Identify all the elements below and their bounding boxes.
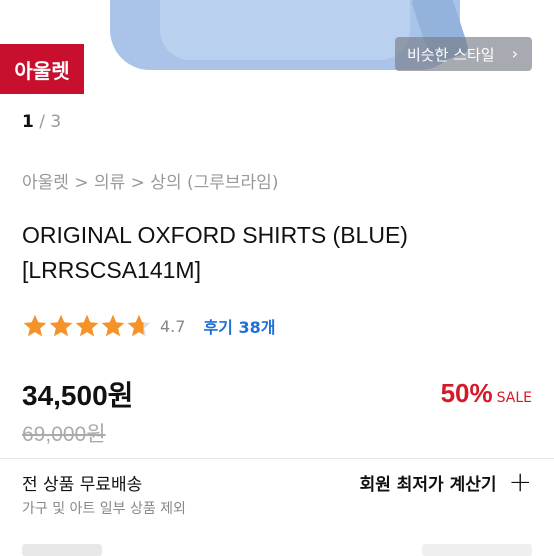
calculator-label: 회원 최저가 계산기 xyxy=(359,474,497,495)
product-title-line2: [LRRSCSA141M] xyxy=(22,257,201,283)
shipping-title: 전 상품 무료배송 xyxy=(22,475,143,495)
star-icon xyxy=(23,314,47,337)
divider xyxy=(0,458,554,459)
product-image-carousel[interactable]: 아울렛 비슷한 스타일 › xyxy=(0,0,554,100)
sale-price: 34,500원 xyxy=(22,380,134,411)
chevron-right-icon: › xyxy=(511,44,518,63)
original-price: 69,000원 xyxy=(22,423,106,446)
shipping-subtitle: 가구 및 아트 일부 상품 제외 xyxy=(22,501,186,517)
image-pager: 1 / 3 xyxy=(22,112,61,132)
similar-style-button[interactable]: 비슷한 스타일 › xyxy=(395,37,532,71)
product-title-line1: ORIGINAL OXFORD SHIRTS (BLUE) xyxy=(22,222,408,248)
outlet-badge: 아울렛 xyxy=(0,44,84,94)
next-section-peek-right xyxy=(422,544,532,556)
similar-style-label: 비슷한 스타일 xyxy=(407,45,495,64)
star-icon xyxy=(127,314,151,337)
star-icon xyxy=(101,314,125,337)
breadcrumb[interactable]: 아울렛 > 의류 > 상의 (그루브라임) xyxy=(22,168,278,193)
pager-total: 3 xyxy=(50,112,62,132)
next-section-peek xyxy=(22,544,102,556)
discount: 50% SALE xyxy=(441,378,532,409)
discount-percent: 50% xyxy=(440,378,493,408)
plus-icon: + xyxy=(508,465,532,498)
pager-separator: / xyxy=(33,112,51,132)
star-icon xyxy=(49,314,73,337)
rating-value: 4.7 xyxy=(160,316,186,336)
product-title: ORIGINAL OXFORD SHIRTS (BLUE) [LRRSCSA14… xyxy=(22,218,532,288)
reviews-link[interactable]: 후기 38개 xyxy=(203,314,275,338)
member-price-calculator-button[interactable]: 회원 최저가 계산기 + xyxy=(360,468,532,496)
pager-current: 1 xyxy=(22,112,34,132)
rating-row: 4.7 후기 38개 xyxy=(22,312,275,340)
sale-label: SALE xyxy=(496,390,532,406)
product-image-fold xyxy=(160,0,410,60)
star-icon xyxy=(75,314,99,337)
rating-stars xyxy=(22,313,152,339)
